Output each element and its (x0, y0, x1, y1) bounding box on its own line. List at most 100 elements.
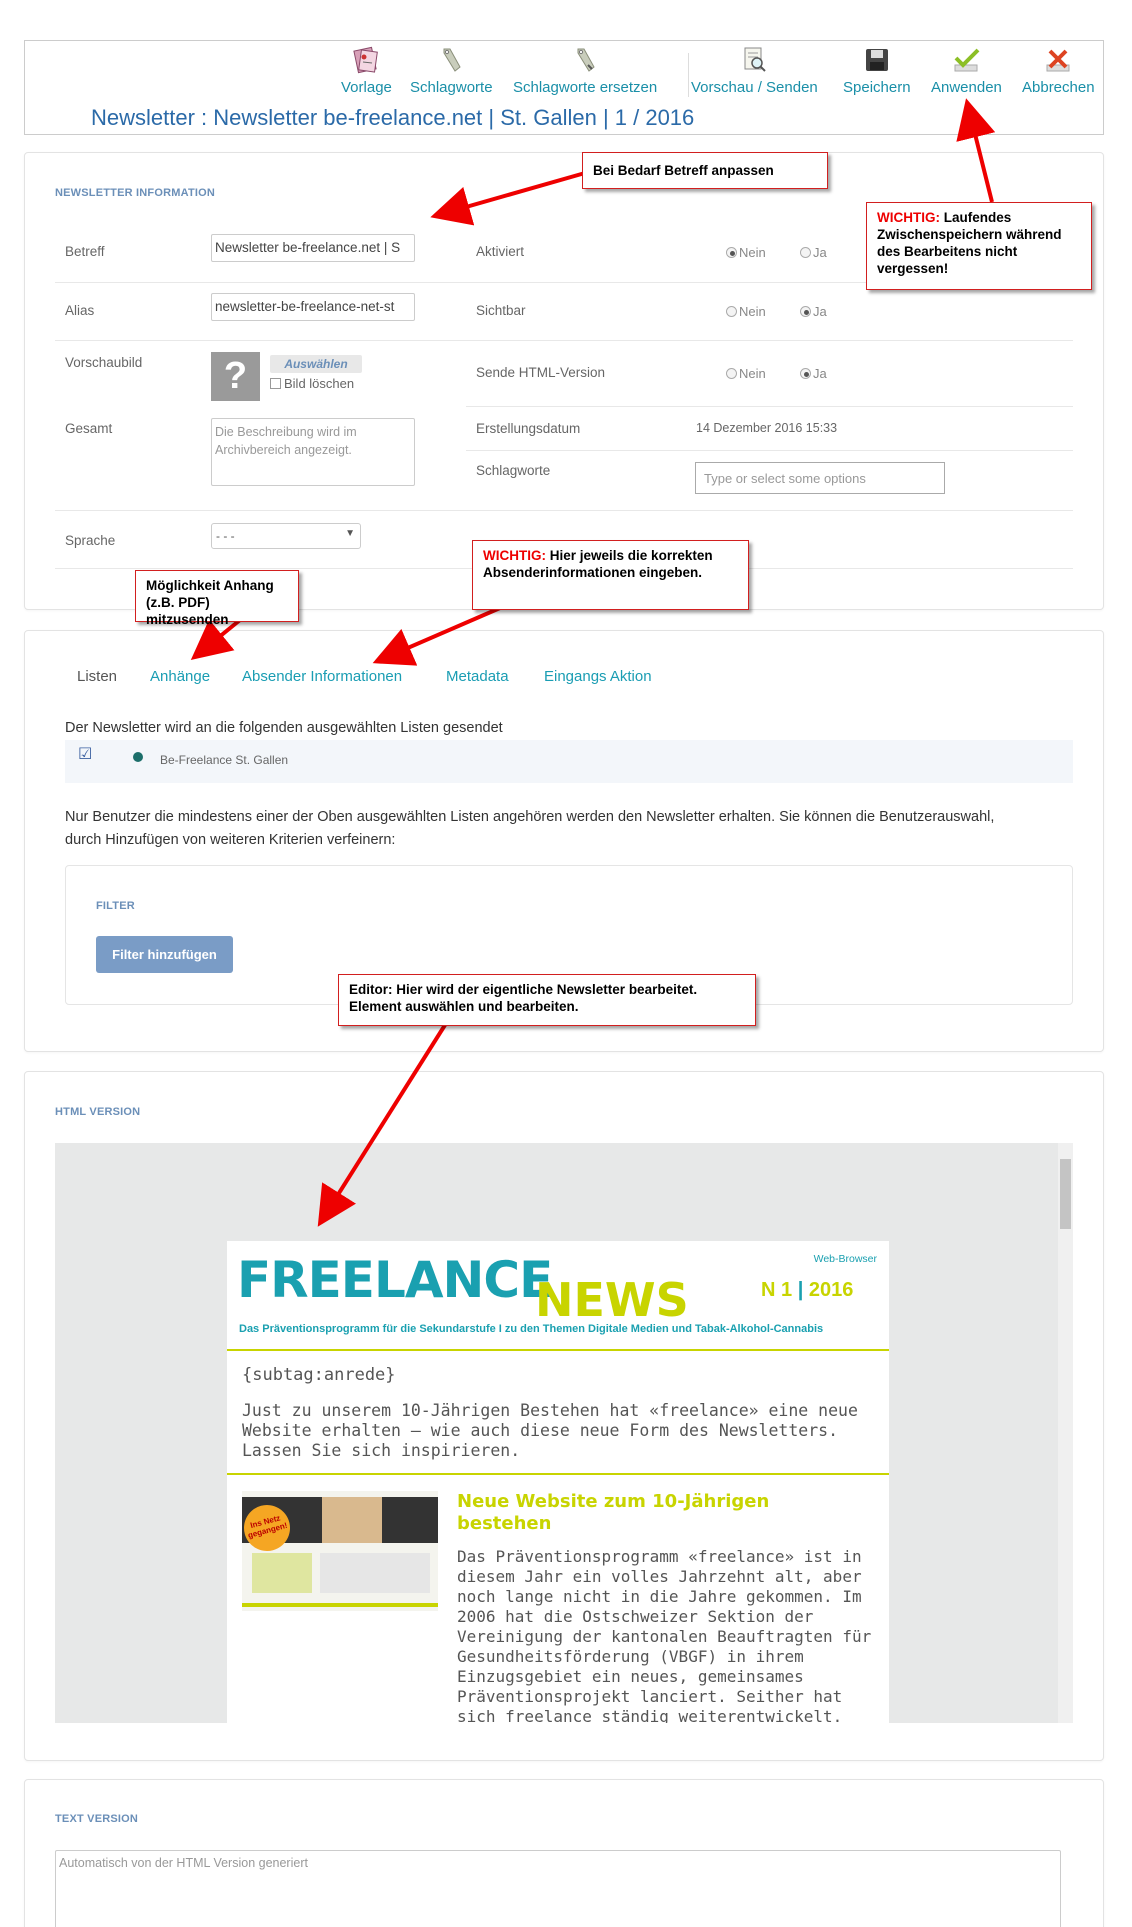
web-browser-link[interactable]: Web-Browser (814, 1253, 877, 1265)
erstellungsdatum-value: 14 Dezember 2016 15:33 (696, 421, 838, 435)
html-editor-frame[interactable]: Web-Browser FREELANCE NEWS N 1 | 2016 Da… (55, 1143, 1073, 1723)
schlagworte-ersetzen-label: Schlagworte ersetzen (513, 79, 658, 96)
speichern-button[interactable]: Speichern (843, 45, 911, 96)
page-title: Newsletter : Newsletter be-freelance.net… (91, 105, 695, 130)
lists-note: Nur Benutzer die mindestens einer der Ob… (65, 809, 995, 848)
image-placeholder-icon: ? (211, 352, 260, 401)
anwenden-button[interactable]: Anwenden (931, 45, 1002, 96)
filter-hinzufuegen-button[interactable]: Filter hinzufügen (96, 936, 233, 973)
alias-input[interactable]: newsletter-be-freelance-net-st (211, 293, 415, 321)
bild-loeschen-label: Bild löschen (284, 376, 355, 391)
radio-label: Nein (739, 366, 766, 381)
save-icon (865, 49, 888, 71)
article-thumbnail[interactable]: Ins Netz gegangen! (242, 1491, 438, 1611)
preview-icon (744, 47, 767, 72)
html-version-label: Sende HTML-Version (476, 365, 606, 380)
sprache-value: - - - (216, 529, 235, 543)
callout-warning: WICHTIG: (877, 210, 940, 225)
thumb-bar (242, 1603, 438, 1607)
callout-anhang: Möglichkeit Anhang (z.B. PDF) mitzusende… (135, 570, 299, 627)
radio-dot[interactable] (800, 247, 811, 258)
text-version-textarea[interactable]: Automatisch von der HTML Version generie… (55, 1850, 1061, 1927)
radio-label: Nein (739, 245, 766, 260)
cancel-icon (1046, 49, 1070, 72)
tab-listen[interactable]: Listen (77, 668, 117, 685)
logo-freelance: FREELANCE (237, 1251, 553, 1309)
thumb-photo (322, 1497, 382, 1543)
issue-label: N 1 | 2016 (761, 1279, 854, 1301)
schlagworte-label: Schlagworte (476, 463, 551, 478)
divider (466, 450, 1073, 451)
vorschaubild-label: Vorschaubild (65, 355, 143, 370)
callout-editor: Editor: Hier wird der eigentliche Newsle… (338, 974, 756, 1026)
radio-dot[interactable] (800, 306, 811, 317)
checkbox-box[interactable] (270, 378, 281, 389)
sprache-select[interactable]: - - - ▼ (211, 523, 361, 549)
newsletter-tagline: Das Präventionsprogramm für die Sekundar… (239, 1323, 824, 1335)
anrede-placeholder: {subtag:anrede} (242, 1365, 396, 1385)
vorschau-senden-button[interactable]: Vorschau / Senden (691, 45, 818, 96)
alias-label: Alias (65, 303, 95, 318)
schlagworte-button[interactable]: Schlagworte (410, 45, 493, 96)
gesamt-label: Gesamt (65, 421, 113, 436)
tag-replace-icon (577, 48, 595, 72)
divider (466, 406, 1073, 407)
html-ja-radio[interactable]: Ja (800, 366, 827, 381)
logo-news: NEWS (535, 1273, 689, 1327)
radio-label: Ja (813, 245, 827, 260)
radio-label: Ja (813, 304, 827, 319)
toolbar-divider (688, 53, 689, 97)
callout-betreff: Bei Bedarf Betreff anpassen (582, 152, 828, 189)
bild-loeschen-checkbox[interactable]: Bild löschen (270, 376, 354, 391)
callout-zwischenspeichern: WICHTIG: Laufendes Zwischenspeichern wäh… (866, 202, 1092, 290)
radio-label: Ja (813, 366, 827, 381)
tab-eingangs-aktion[interactable]: Eingangs Aktion (544, 668, 652, 685)
radio-label: Nein (739, 304, 766, 319)
auswaehlen-button[interactable]: Auswählen (270, 355, 362, 373)
tab-anhaenge[interactable]: Anhänge (150, 668, 210, 685)
radio-dot[interactable] (726, 306, 737, 317)
gesamt-textarea[interactable]: Die Beschreibung wird im Archivbereich a… (211, 418, 415, 486)
chevron-down-icon: ▼ (345, 528, 355, 539)
vorlage-button[interactable]: Vorlage (341, 45, 392, 96)
template-icon (353, 46, 379, 74)
aktiviert-nein-radio[interactable]: Nein (726, 245, 766, 260)
section-title-text: TEXT VERSION (55, 1813, 139, 1825)
newsletter-preview[interactable]: Web-Browser FREELANCE NEWS N 1 | 2016 Da… (227, 1241, 889, 1723)
divider (55, 510, 1073, 511)
tab-absender-informationen[interactable]: Absender Informationen (242, 668, 402, 685)
radio-dot[interactable] (800, 368, 811, 379)
schlagworte-input[interactable]: Type or select some options (695, 462, 945, 494)
scrollbar-thumb[interactable] (1060, 1159, 1071, 1229)
schlagworte-ersetzen-button[interactable]: Schlagworte ersetzen (513, 45, 657, 96)
thumb-block (320, 1553, 430, 1593)
abbrechen-label: Abbrechen (1022, 79, 1095, 96)
divider (55, 340, 1073, 341)
aktiviert-ja-radio[interactable]: Ja (800, 245, 827, 260)
sichtbar-nein-radio[interactable]: Nein (726, 304, 766, 319)
betreff-input[interactable]: Newsletter be-freelance.net | S (211, 234, 415, 262)
sichtbar-ja-radio[interactable]: Ja (800, 304, 827, 319)
abbrechen-button[interactable]: Abbrechen (1022, 45, 1095, 96)
toolbar: Vorlage Schlagworte Schlagworte ersetzen… (24, 40, 1104, 135)
betreff-label: Betreff (65, 244, 105, 259)
aktiviert-label: Aktiviert (476, 244, 525, 259)
article-title: Neue Website zum 10-Jährigen bestehen (457, 1491, 770, 1534)
radio-dot[interactable] (726, 247, 737, 258)
editor-scrollbar[interactable] (1058, 1143, 1073, 1723)
thumb-block (252, 1553, 312, 1593)
tag-icon (443, 48, 461, 72)
list-item-row: ☑ Be-Freelance St. Gallen (65, 740, 1073, 783)
tab-metadata[interactable]: Metadata (446, 668, 509, 685)
erstellungsdatum-label: Erstellungsdatum (476, 421, 581, 436)
anwenden-label: Anwenden (931, 79, 1002, 96)
checkmark-icon[interactable]: ☑ (78, 744, 92, 764)
callout-warning: WICHTIG: (483, 548, 546, 563)
vorschau-senden-label: Vorschau / Senden (691, 79, 818, 96)
sichtbar-label: Sichtbar (476, 303, 526, 318)
article-text: Das Präventionsprogramm «freelance» ist … (457, 1547, 872, 1723)
sprache-label: Sprache (65, 533, 116, 548)
html-nein-radio[interactable]: Nein (726, 366, 766, 381)
radio-dot[interactable] (726, 368, 737, 379)
intro-text: Just zu unserem 10-Jährigen Bestehen hat… (242, 1401, 858, 1460)
